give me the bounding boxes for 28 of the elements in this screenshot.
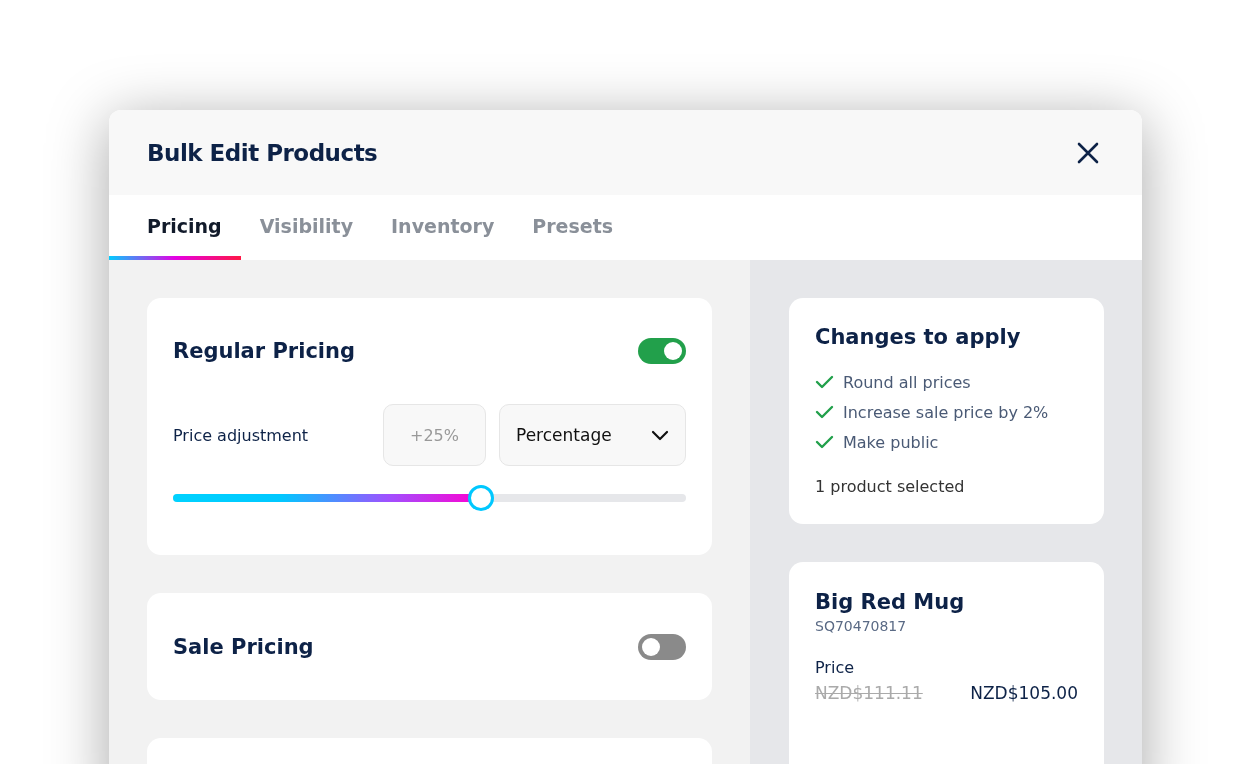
check-icon (815, 375, 834, 389)
chevron-icon (651, 429, 669, 441)
card-title: Sale Pricing (173, 634, 314, 659)
check-icon (815, 405, 834, 419)
toggle-switch[interactable] (638, 338, 686, 364)
tab[interactable]: Visibility (240, 195, 373, 260)
change-item: Increase sale price by 2% (843, 402, 1049, 422)
old-price: NZD$111.11 (815, 683, 923, 703)
amount-field[interactable]: +25% (383, 404, 486, 466)
card-title: Changes to apply (815, 325, 1022, 349)
tab[interactable]: Pricing (109, 195, 241, 260)
change-item: Make public (843, 432, 939, 452)
close-icon[interactable] (1077, 141, 1099, 164)
toggle-switch[interactable] (638, 633, 686, 660)
dialog-title: Bulk Edit Products (147, 139, 378, 166)
card-title: Regular Pricing (173, 339, 355, 363)
tab[interactable]: Inventory (372, 195, 514, 260)
slider-handle[interactable] (467, 485, 494, 511)
selection-count: 1 product selected (815, 477, 966, 496)
new-price: NZD$105.00 (970, 683, 1078, 703)
check-icon (815, 435, 834, 449)
field-label: Price adjustment (173, 425, 310, 445)
product-sku: SQ70470817 (815, 618, 908, 634)
change-item: Round all prices (843, 372, 971, 392)
price-label: Price (815, 658, 856, 677)
mode-dropdown[interactable]: Percentage (499, 404, 686, 466)
product-name: Big Red Mug (815, 590, 966, 614)
tab[interactable]: Presets (513, 195, 633, 260)
